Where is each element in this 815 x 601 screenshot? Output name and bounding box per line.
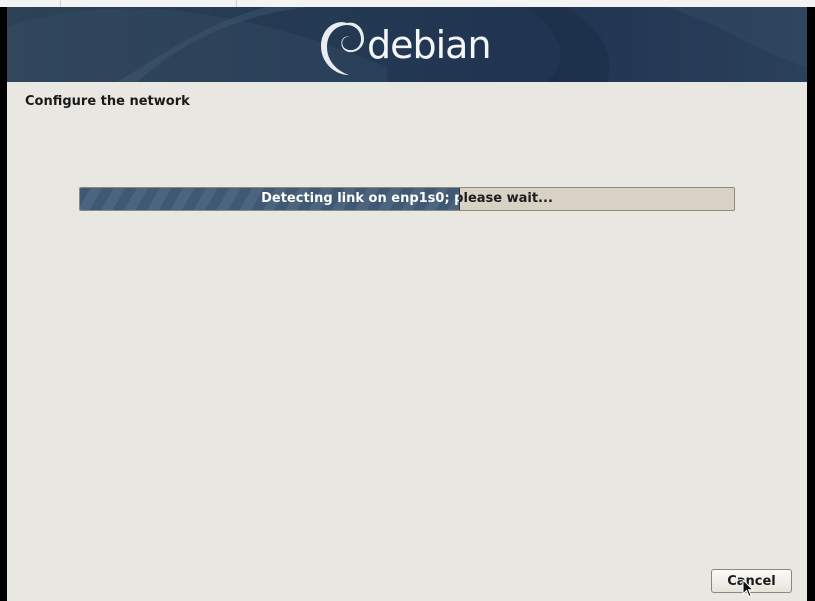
host-window-edge: [0, 0, 815, 7]
progress-label-clip: Detecting link on enp1s0; please wait...: [80, 188, 459, 210]
debian-logo: debian: [313, 13, 493, 79]
mouse-pointer-icon: [742, 579, 754, 598]
progress-bar: Detecting link on enp1s0; please wait...…: [79, 187, 735, 211]
installer-window: debian Configure the network Detecting l…: [7, 7, 807, 601]
debian-banner: debian: [7, 7, 807, 82]
page-title: Configure the network: [25, 94, 190, 109]
debian-wordmark: debian: [367, 23, 492, 67]
debian-swirl-logo-icon: [321, 22, 364, 75]
progress-label-highlight: Detecting link on enp1s0; please wait...: [261, 191, 459, 206]
